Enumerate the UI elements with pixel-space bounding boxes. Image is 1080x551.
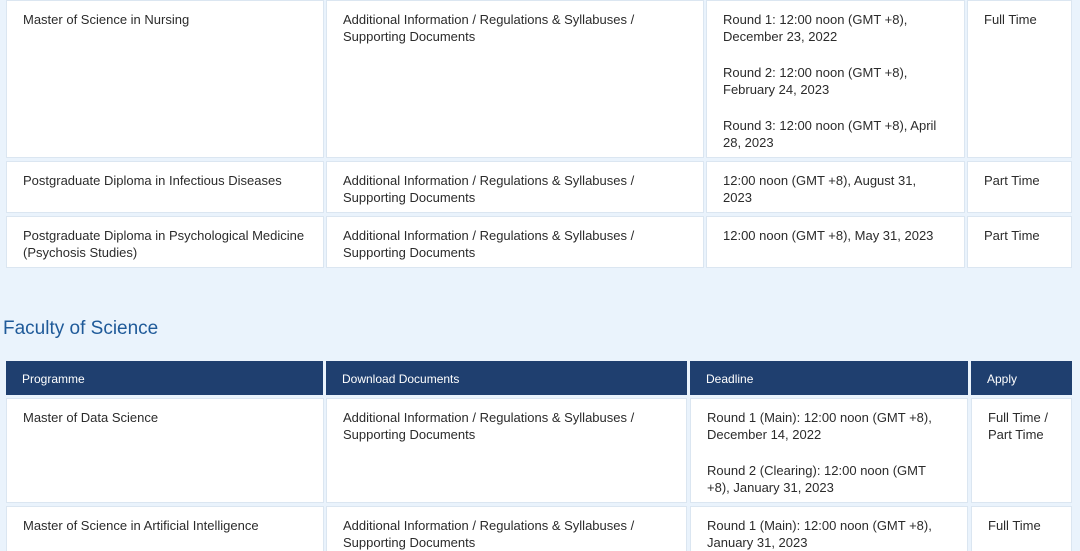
programme-name: Postgraduate Diploma in Psychological Me…	[23, 228, 305, 260]
faculty-section-title: Faculty of Science	[3, 318, 159, 339]
documents-link[interactable]: Additional Information / Regulations & S…	[343, 173, 634, 188]
deadline-cell: 12:00 noon (GMT +8), May 31, 2023	[706, 216, 965, 268]
programme-name: Postgraduate Diploma in Infectious Disea…	[23, 173, 282, 188]
deadline-round-1: Round 1 (Main): 12:00 noon (GMT +8), Dec…	[707, 410, 932, 442]
download-documents-cell: Additional Information / Regulations & S…	[326, 161, 704, 213]
deadline-round-3: Round 3: 12:00 noon (GMT +8), April 28, …	[723, 118, 937, 150]
header-download-documents[interactable]: Download Documents	[326, 361, 687, 395]
download-documents-cell: Additional Information / Regulations & S…	[326, 216, 704, 268]
apply-link[interactable]: Full Time	[984, 12, 1037, 27]
table-row-programme-cell: Master of Science in Nursing	[6, 0, 324, 158]
documents-link[interactable]: Additional Information / Regulations & S…	[343, 228, 634, 243]
supporting-documents-link[interactable]: Supporting Documents	[343, 535, 475, 550]
apply-cell: Part Time	[967, 161, 1072, 213]
download-documents-cell: Additional Information / Regulations & S…	[326, 398, 687, 503]
download-documents-cell: Additional Information / Regulations & S…	[326, 506, 687, 551]
header-apply[interactable]: Apply	[971, 361, 1072, 395]
supporting-documents-link[interactable]: Supporting Documents	[343, 427, 475, 442]
header-programme[interactable]: Programme	[6, 361, 323, 395]
deadline-cell: Round 1 (Main): 12:00 noon (GMT +8), Dec…	[690, 398, 968, 503]
apply-link[interactable]: Full Time	[988, 518, 1041, 533]
documents-link[interactable]: Additional Information / Regulations & S…	[343, 518, 634, 533]
deadline-round-1: Round 1 (Main): 12:00 noon (GMT +8), Jan…	[707, 518, 932, 550]
table-row-programme-cell: Postgraduate Diploma in Infectious Disea…	[6, 161, 324, 213]
documents-link[interactable]: Additional Information / Regulations & S…	[343, 410, 634, 425]
apply-cell: Full Time	[971, 506, 1072, 551]
documents-link[interactable]: Additional Information / Regulations & S…	[343, 12, 634, 27]
supporting-documents-link[interactable]: Supporting Documents	[343, 29, 475, 44]
header-deadline[interactable]: Deadline	[690, 361, 968, 395]
deadline-round-1: Round 1: 12:00 noon (GMT +8), December 2…	[723, 12, 908, 44]
apply-cell: Part Time	[967, 216, 1072, 268]
deadline: 12:00 noon (GMT +8), May 31, 2023	[723, 228, 934, 243]
apply-cell: Full Time / Part Time	[971, 398, 1072, 503]
deadline-cell: 12:00 noon (GMT +8), August 31, 2023	[706, 161, 965, 213]
programme-name: Master of Science in Artificial Intellig…	[23, 518, 259, 533]
programme-name: Master of Science in Nursing	[23, 12, 190, 27]
deadline-round-2: Round 2 (Clearing): 12:00 noon (GMT +8),…	[707, 463, 926, 495]
apply-link[interactable]: Full Time / Part Time	[988, 410, 1048, 442]
table-row-programme-cell: Postgraduate Diploma in Psychological Me…	[6, 216, 324, 268]
apply-link[interactable]: Part Time	[984, 228, 1040, 243]
apply-cell: Full Time	[967, 0, 1072, 158]
table-row-programme-cell: Master of Data Science	[6, 398, 324, 503]
deadline-cell: Round 1: 12:00 noon (GMT +8), December 2…	[706, 0, 965, 158]
deadline-round-2: Round 2: 12:00 noon (GMT +8), February 2…	[723, 65, 908, 97]
download-documents-cell: Additional Information / Regulations & S…	[326, 0, 704, 158]
apply-link[interactable]: Part Time	[984, 173, 1040, 188]
table-row-programme-cell: Master of Science in Artificial Intellig…	[6, 506, 324, 551]
supporting-documents-link[interactable]: Supporting Documents	[343, 190, 475, 205]
deadline-cell: Round 1 (Main): 12:00 noon (GMT +8), Jan…	[690, 506, 968, 551]
deadline: 12:00 noon (GMT +8), August 31, 2023	[723, 173, 917, 205]
programme-name: Master of Data Science	[23, 410, 159, 425]
supporting-documents-link[interactable]: Supporting Documents	[343, 245, 475, 260]
programmes-page: Master of Science in Nursing Additional …	[0, 0, 1080, 551]
